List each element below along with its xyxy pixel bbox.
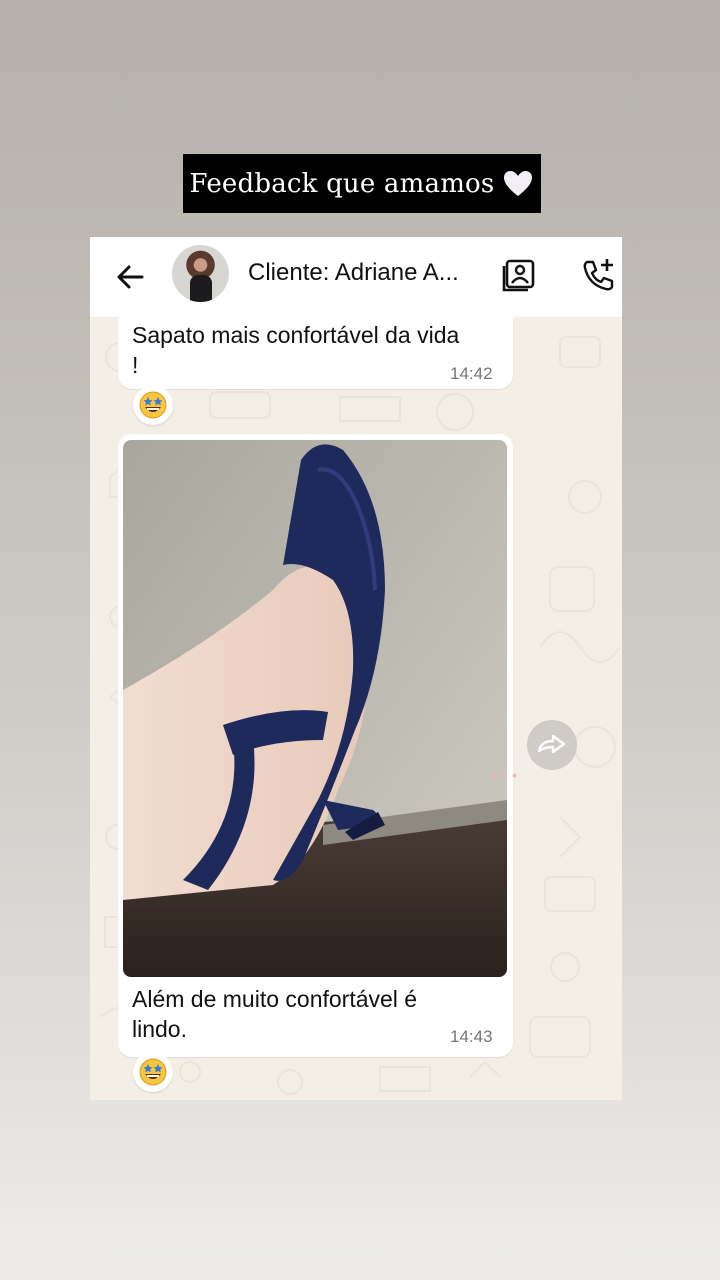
forward-arrow-icon xyxy=(537,734,566,754)
chat-screenshot: Cliente: Adriane A... Sapato mais confor… xyxy=(90,237,622,1100)
message-bubble-1[interactable]: Sapato mais confortável da vida ! 14:42 xyxy=(118,307,513,389)
add-call-icon[interactable] xyxy=(580,257,616,293)
forward-button[interactable] xyxy=(527,720,577,770)
contact-avatar[interactable] xyxy=(172,245,229,302)
white-heart-icon xyxy=(502,168,534,200)
message-text: Além de muito confortável é lindo. xyxy=(132,986,418,1042)
chat-header: Cliente: Adriane A... xyxy=(90,237,622,317)
star-struck-emoji-icon[interactable] xyxy=(133,385,173,425)
arrow-left-icon[interactable] xyxy=(112,259,148,295)
star-struck-emoji-icon[interactable] xyxy=(133,1052,173,1092)
contacts-book-icon[interactable] xyxy=(501,257,537,293)
story-title-text: Feedback que amamos xyxy=(189,168,495,199)
message-time: 14:43 xyxy=(450,1027,493,1046)
shoe-photo[interactable] xyxy=(123,440,507,977)
story-title-banner: Feedback que amamos xyxy=(183,154,541,213)
message-text: Sapato mais confortável da vida ! xyxy=(132,322,460,378)
sticker-decoration: ♥ ♥ ● xyxy=(492,770,519,780)
contact-name[interactable]: Cliente: Adriane A... xyxy=(248,259,488,287)
message-time: 14:42 xyxy=(450,364,493,383)
